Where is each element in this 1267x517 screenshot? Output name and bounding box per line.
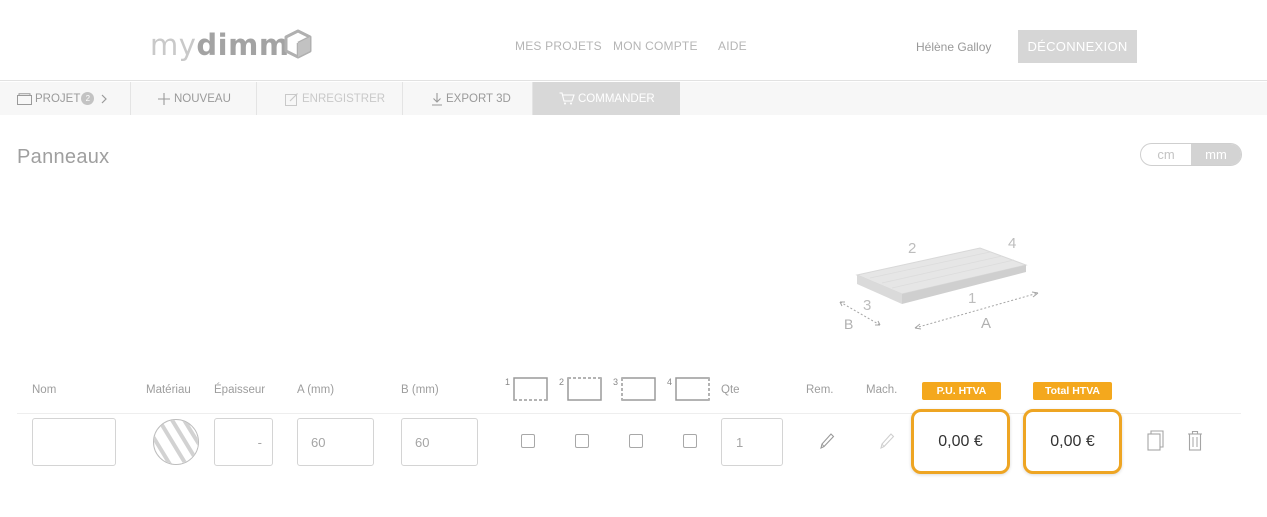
plus-icon bbox=[158, 92, 170, 105]
nav-mon-compte[interactable]: MON COMPTE bbox=[613, 39, 698, 53]
edit-icon bbox=[285, 92, 298, 106]
dimension-label-b: B bbox=[844, 316, 853, 332]
cube-logo-icon bbox=[284, 29, 312, 59]
material-pattern-icon bbox=[154, 420, 198, 464]
machining-pencil-icon[interactable] bbox=[879, 432, 895, 450]
delete-trash-icon[interactable] bbox=[1187, 430, 1203, 452]
col-header-a: A (mm) bbox=[297, 384, 335, 396]
edge-3-icon bbox=[621, 377, 656, 401]
col-header-edge-3: 3 bbox=[613, 377, 659, 402]
edge-label-1: 1 bbox=[968, 290, 976, 307]
logo-text-bold: dimm bbox=[196, 28, 290, 62]
edge-1-icon bbox=[513, 377, 548, 401]
edge-label-2: 2 bbox=[908, 240, 916, 257]
unit-mm-option[interactable]: mm bbox=[1191, 144, 1241, 165]
order-button[interactable]: COMMANDER bbox=[533, 82, 680, 115]
nav-aide[interactable]: AIDE bbox=[718, 39, 747, 53]
edge-number-4: 4 bbox=[667, 377, 673, 387]
quantity-input[interactable]: 1 bbox=[721, 418, 783, 466]
col-header-edge-1: 1 bbox=[505, 377, 551, 402]
edge-2-icon bbox=[567, 377, 602, 401]
edge-3-checkbox[interactable] bbox=[629, 434, 643, 448]
new-button[interactable]: NOUVEAU bbox=[131, 82, 257, 115]
col-header-material: Matériau bbox=[146, 384, 191, 396]
edge-label-4: 4 bbox=[1008, 235, 1016, 252]
edge-number-1: 1 bbox=[505, 377, 511, 387]
logout-button[interactable]: DÉCONNEXION bbox=[1018, 30, 1137, 63]
unit-cm-option[interactable]: cm bbox=[1141, 144, 1191, 165]
edge-4-checkbox[interactable] bbox=[683, 434, 697, 448]
edge-number-2: 2 bbox=[559, 377, 565, 387]
user-name: Hélène Galloy bbox=[916, 40, 992, 54]
project-count-badge: 2 bbox=[81, 92, 95, 105]
col-header-b: B (mm) bbox=[401, 384, 439, 396]
name-input[interactable] bbox=[32, 418, 116, 466]
col-header-edge-4: 4 bbox=[667, 377, 713, 402]
col-header-qty: Qte bbox=[721, 384, 740, 396]
page-title: Panneaux bbox=[17, 146, 110, 168]
total-price-value: 0,00 € bbox=[1023, 409, 1122, 474]
col-header-unit-price: P.U. HTVA bbox=[922, 382, 1001, 400]
thickness-select[interactable]: - bbox=[214, 418, 273, 466]
col-header-edge-2: 2 bbox=[559, 377, 605, 402]
material-swatch[interactable] bbox=[153, 419, 199, 465]
panel-diagram: 2 4 3 1 B A bbox=[839, 235, 1039, 332]
duplicate-icon[interactable] bbox=[1147, 430, 1165, 452]
edge-number-3: 3 bbox=[613, 377, 619, 387]
dimension-label-a: A bbox=[981, 315, 991, 332]
dimension-b-input[interactable]: 60 bbox=[401, 418, 478, 466]
chevron-right-icon bbox=[101, 94, 108, 103]
project-label: PROJET bbox=[35, 92, 81, 105]
unit-price-value: 0,00 € bbox=[911, 409, 1010, 474]
app-header: mydimm MES PROJETS MON COMPTE AIDE Hélèn… bbox=[0, 0, 1267, 81]
logo-text-light: my bbox=[150, 28, 197, 62]
edge-label-3: 3 bbox=[863, 297, 871, 314]
save-label: ENREGISTRER bbox=[302, 92, 386, 105]
export-label: EXPORT 3D bbox=[446, 92, 511, 105]
unit-toggle[interactable]: cm mm bbox=[1140, 143, 1242, 166]
order-label: COMMANDER bbox=[578, 92, 655, 105]
col-header-mach: Mach. bbox=[866, 384, 898, 396]
edge-1-checkbox[interactable] bbox=[521, 434, 535, 448]
nav-mes-projets[interactable]: MES PROJETS bbox=[515, 39, 602, 53]
edge-4-icon bbox=[675, 377, 710, 401]
col-header-total: Total HTVA bbox=[1033, 382, 1112, 400]
col-header-rem: Rem. bbox=[806, 384, 834, 396]
save-button[interactable]: ENREGISTRER bbox=[257, 82, 403, 115]
edge-2-checkbox[interactable] bbox=[575, 434, 589, 448]
download-icon bbox=[432, 92, 442, 106]
project-menu-button[interactable]: PROJET 2 bbox=[0, 82, 131, 115]
project-toolbar: PROJET 2 NOUVEAU ENREGISTRER EXPORT 3D C… bbox=[0, 82, 1267, 115]
cart-icon bbox=[559, 92, 575, 105]
remark-pencil-icon[interactable] bbox=[819, 432, 835, 450]
new-label: NOUVEAU bbox=[174, 92, 231, 105]
col-header-thickness: Épaisseur bbox=[214, 384, 266, 396]
brand-logo[interactable]: mydimm bbox=[150, 28, 290, 62]
dimension-a-input[interactable]: 60 bbox=[297, 418, 374, 466]
folder-icon bbox=[17, 92, 32, 105]
col-header-name: Nom bbox=[32, 384, 57, 396]
export-3d-button[interactable]: EXPORT 3D bbox=[403, 82, 533, 115]
